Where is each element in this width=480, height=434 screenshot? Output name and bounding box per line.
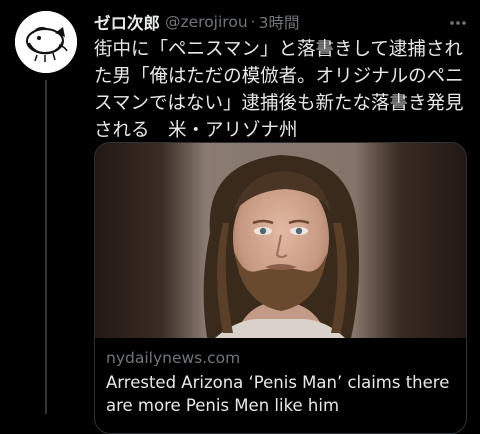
card-domain[interactable]: nydailynews.com: [106, 348, 461, 368]
avatar[interactable]: [15, 11, 77, 73]
mugshot-photo: [95, 143, 466, 338]
user-handle[interactable]: @zerojirou: [165, 13, 248, 31]
card-image[interactable]: [95, 143, 466, 338]
timestamp[interactable]: 3時間: [259, 11, 300, 33]
link-card[interactable]: nydailynews.com Arrested Arizona ‘Penis …: [94, 142, 467, 434]
tweet-text-line: される 米・アリゾナ州: [94, 120, 298, 141]
tweet-text-line: た男「俺はただの模倣者。オリジナルのペニ: [94, 66, 464, 87]
tweet-text: 街中に「ペニスマン」と落書きして逮捕され た男「俺はただの模倣者。オリジナルのペ…: [94, 36, 474, 144]
card-title-line: Arrested Arizona ‘Penis Man’ claims ther…: [106, 373, 450, 392]
more-dots-icon[interactable]: [450, 15, 466, 31]
separator-dot: ·: [250, 13, 256, 31]
tweet-text-line: スマンではない」逮捕後も新たな落書き発見: [94, 93, 464, 114]
avatar-sketch-icon: [15, 11, 77, 73]
tweet-text-line: 街中に「ペニスマン」と落書きして逮捕され: [94, 39, 463, 60]
tweet-header: ゼロ次郎 @zerojirou · 3時間: [94, 10, 299, 34]
card-meta: nydailynews.com Arrested Arizona ‘Penis …: [106, 348, 461, 417]
thread-line: [45, 80, 47, 414]
card-title[interactable]: Arrested Arizona ‘Penis Man’ claims ther…: [106, 371, 461, 417]
display-name[interactable]: ゼロ次郎: [94, 10, 160, 34]
